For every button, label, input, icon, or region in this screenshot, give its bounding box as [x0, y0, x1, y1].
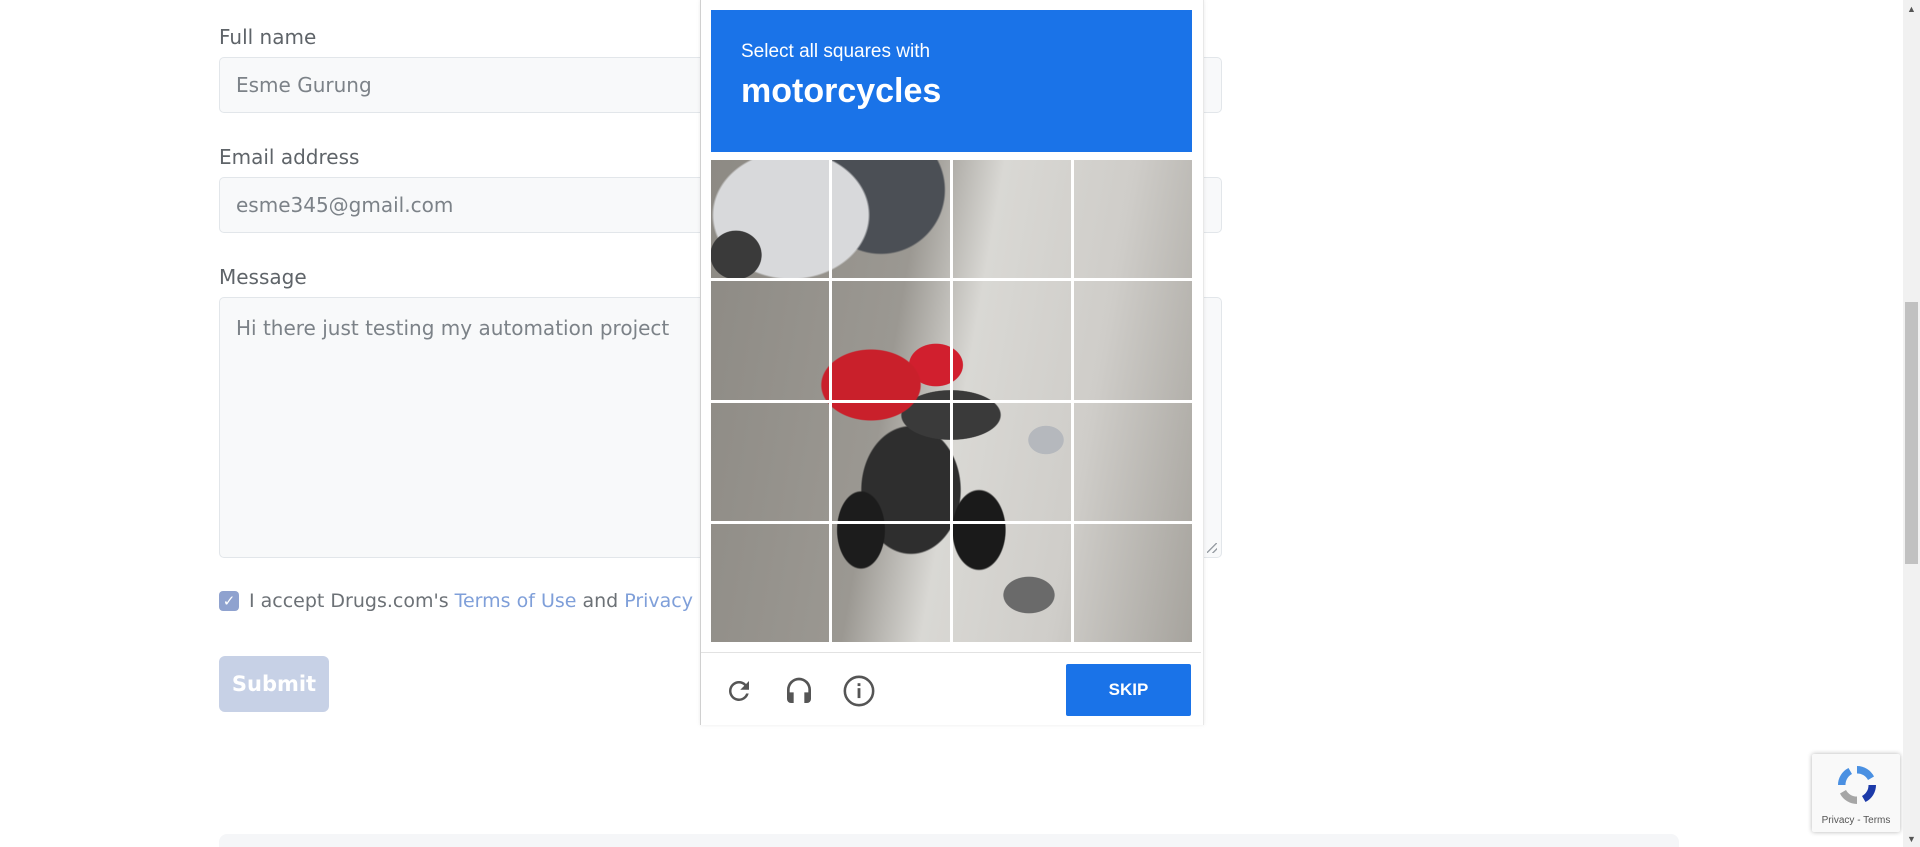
captcha-image-grid [711, 160, 1192, 642]
captcha-tile-image [1074, 160, 1192, 279]
scroll-down-icon[interactable]: ▼ [1903, 830, 1920, 847]
captcha-tile-image [953, 402, 1071, 521]
captcha-tile-image [953, 281, 1071, 400]
message-label: Message [219, 265, 307, 289]
captcha-tile-image [1074, 281, 1192, 400]
scroll-thumb[interactable] [1905, 302, 1918, 564]
scroll-up-icon[interactable]: ▲ [1903, 0, 1920, 17]
captcha-instruction: Select all squares with [741, 41, 931, 62]
audio-icon[interactable] [781, 673, 817, 709]
captcha-tile[interactable] [711, 281, 829, 400]
terms-and-text: and [582, 590, 619, 612]
terms-prefix: I accept Drugs.com's [249, 590, 449, 612]
captcha-tile-image [711, 160, 829, 279]
captcha-tile[interactable] [832, 523, 950, 642]
captcha-footer: SKIP [701, 652, 1201, 726]
captcha-tile[interactable] [953, 523, 1071, 642]
captcha-tile[interactable] [953, 402, 1071, 521]
captcha-header: Select all squares with motorcycles [711, 10, 1192, 152]
captcha-tile-image [832, 281, 950, 400]
captcha-tile[interactable] [832, 160, 950, 279]
captcha-target: motorcycles [741, 72, 942, 110]
resize-handle-icon[interactable] [1207, 543, 1217, 553]
captcha-tile-image [832, 160, 950, 279]
captcha-challenge: Select all squares with motorcycles SKIP [700, 0, 1204, 725]
captcha-tile[interactable] [832, 402, 950, 521]
captcha-tile-image [953, 160, 1071, 279]
captcha-tile[interactable] [1074, 281, 1192, 400]
captcha-tile-image [953, 523, 1071, 642]
terms-checkbox[interactable]: ✓ [219, 591, 239, 611]
submit-button[interactable]: Submit [219, 656, 329, 712]
captcha-tile-image [1074, 523, 1192, 642]
captcha-tile[interactable] [1074, 160, 1192, 279]
captcha-tile-image [711, 523, 829, 642]
reload-icon[interactable] [721, 673, 757, 709]
email-label: Email address [219, 145, 360, 169]
captcha-tile-image [832, 523, 950, 642]
captcha-tile[interactable] [1074, 523, 1192, 642]
captcha-tile-image [711, 281, 829, 400]
captcha-tile[interactable] [953, 160, 1071, 279]
info-icon[interactable] [841, 673, 877, 709]
message-text: Hi there just testing my automation proj… [236, 316, 670, 340]
captcha-tile[interactable] [832, 281, 950, 400]
terms-of-use-link[interactable]: Terms of Use [455, 590, 577, 612]
captcha-tile[interactable] [953, 281, 1071, 400]
captcha-tile-image [711, 402, 829, 521]
captcha-tile-image [832, 402, 950, 521]
captcha-tile-image [1074, 402, 1192, 521]
badge-privacy-terms[interactable]: Privacy - Terms [1812, 815, 1900, 826]
captcha-tile[interactable] [711, 160, 829, 279]
recaptcha-logo-icon [1834, 762, 1880, 808]
recaptcha-badge[interactable]: Privacy - Terms [1812, 754, 1900, 832]
skip-button[interactable]: SKIP [1066, 664, 1191, 716]
captcha-tile[interactable] [1074, 402, 1192, 521]
terms-row: ✓ I accept Drugs.com's Terms of Use and … [219, 590, 760, 612]
footer-band [219, 834, 1679, 847]
captcha-tile[interactable] [711, 523, 829, 642]
captcha-tile[interactable] [711, 402, 829, 521]
page-scrollbar[interactable]: ▲ ▼ [1903, 0, 1920, 847]
full-name-label: Full name [219, 25, 317, 49]
